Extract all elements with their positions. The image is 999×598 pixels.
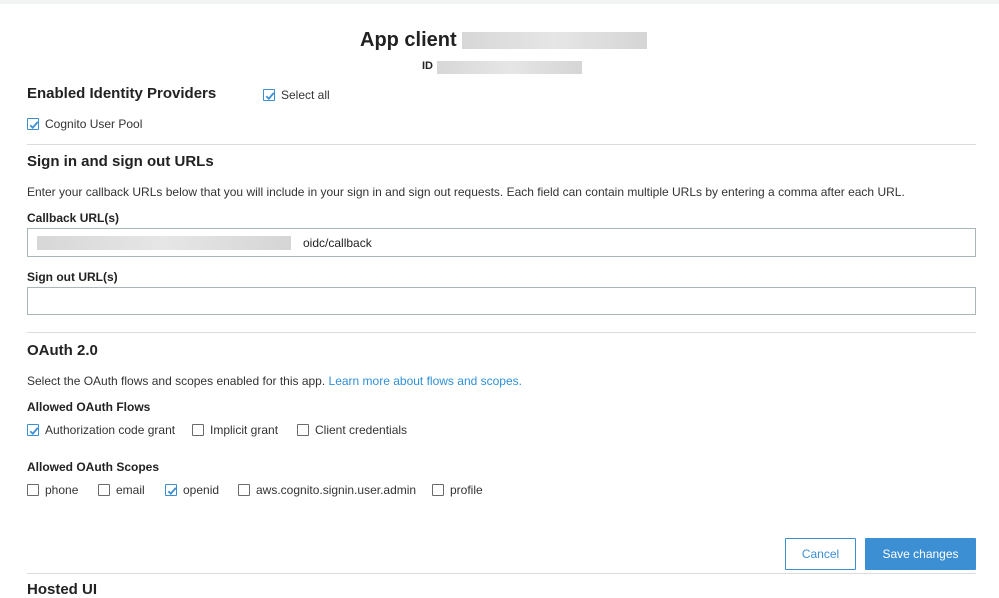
urls-heading: Sign in and sign out URLs — [27, 153, 214, 170]
authorization-code-grant-label: Authorization code grant — [45, 423, 176, 437]
aws-cognito-admin-scope-checkbox[interactable] — [238, 484, 250, 496]
client-credentials-checkbox[interactable] — [297, 424, 309, 436]
signout-urls-label: Sign out URL(s) — [27, 270, 118, 284]
phone-scope-label: phone — [45, 483, 79, 497]
divider — [27, 144, 976, 145]
id-label: ID — [422, 60, 433, 72]
oauth-heading: OAuth 2.0 — [27, 342, 98, 359]
checkmark-icon — [29, 121, 39, 130]
top-border — [0, 0, 999, 4]
callback-url-value: oidc/callback — [303, 236, 372, 250]
implicit-grant-checkbox[interactable] — [192, 424, 204, 436]
profile-scope-checkbox[interactable] — [432, 484, 444, 496]
signout-urls-input[interactable] — [27, 287, 976, 315]
oauth-description: Select the OAuth flows and scopes enable… — [27, 374, 326, 388]
implicit-grant-label: Implicit grant — [210, 423, 279, 437]
redacted-callback-host — [37, 236, 291, 250]
allowed-flows-label: Allowed OAuth Flows — [27, 400, 151, 414]
urls-description: Enter your callback URLs below that you … — [27, 185, 905, 199]
save-changes-button[interactable]: Save changes — [865, 538, 976, 570]
checkmark-icon — [29, 427, 39, 436]
email-scope-label: email — [116, 483, 145, 497]
checkmark-icon — [167, 487, 177, 496]
callback-urls-label: Callback URL(s) — [27, 211, 120, 225]
cognito-user-pool-checkbox[interactable] — [27, 118, 39, 130]
callback-urls-input[interactable]: oidc/callback — [27, 228, 976, 257]
identity-providers-heading: Enabled Identity Providers — [27, 85, 217, 102]
cognito-user-pool-label: Cognito User Pool — [45, 117, 143, 131]
authorization-code-grant-checkbox[interactable] — [27, 424, 39, 436]
openid-scope-label: openid — [183, 483, 220, 497]
learn-more-link[interactable]: Learn more about flows and scopes. — [329, 374, 522, 388]
profile-scope-label: profile — [450, 483, 483, 497]
oauth-description-line: Select the OAuth flows and scopes enable… — [27, 374, 522, 388]
select-all-label: Select all — [281, 88, 330, 102]
hosted-ui-heading: Hosted UI — [27, 581, 98, 598]
page-title: App client — [360, 29, 457, 51]
phone-scope-checkbox[interactable] — [27, 484, 39, 496]
email-scope-checkbox[interactable] — [98, 484, 110, 496]
openid-scope-checkbox[interactable] — [165, 484, 177, 496]
redacted-client-name — [462, 32, 647, 49]
redacted-client-id — [437, 61, 582, 74]
divider — [27, 332, 976, 333]
checkmark-icon — [265, 92, 275, 101]
cancel-button[interactable]: Cancel — [785, 538, 856, 570]
allowed-scopes-label: Allowed OAuth Scopes — [27, 460, 160, 474]
aws-cognito-admin-scope-label: aws.cognito.signin.user.admin — [256, 483, 417, 497]
client-credentials-label: Client credentials — [315, 423, 408, 437]
select-all-checkbox[interactable] — [263, 89, 275, 101]
divider — [27, 573, 976, 574]
